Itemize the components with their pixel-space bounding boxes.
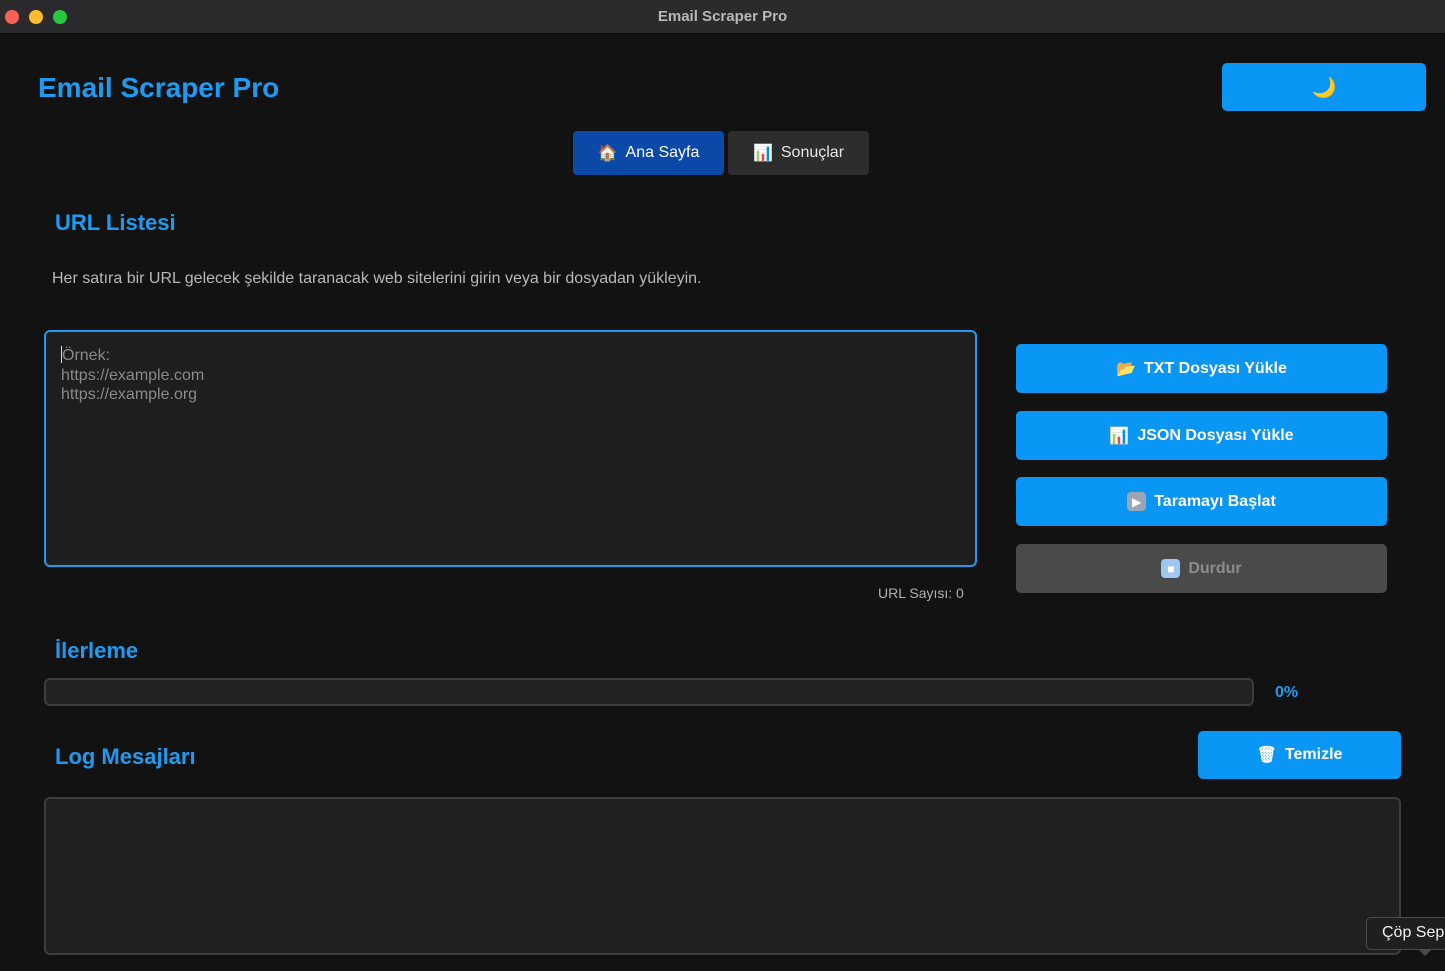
- url-placeholder-first: Örnek:: [62, 347, 111, 364]
- tab-home-label: Ana Sayfa: [625, 144, 700, 161]
- tab-results[interactable]: 📊 Sonuçlar: [728, 131, 869, 175]
- clear-log-label: Temizle: [1284, 746, 1343, 763]
- theme-toggle-button[interactable]: 🌙: [1222, 63, 1426, 111]
- progress-percent: 0%: [1275, 684, 1299, 701]
- log-output[interactable]: [44, 797, 1401, 955]
- url-input[interactable]: Örnek: https://example.com https://examp…: [44, 330, 977, 567]
- app-title: Email Scraper Pro: [38, 72, 280, 103]
- home-icon: 🏠: [597, 145, 618, 162]
- load-txt-label: TXT Dosyası Yükle: [1144, 359, 1287, 377]
- load-json-label: JSON Dosyası Yükle: [1137, 426, 1294, 444]
- chart-icon: 📊: [1109, 427, 1130, 445]
- chart-icon: 📊: [752, 145, 773, 162]
- log-section-title: Log Mesajları: [55, 744, 196, 769]
- folder-icon: 📂: [1116, 360, 1137, 378]
- progress-section-title: İlerleme: [55, 638, 139, 663]
- url-count: URL Sayısı: 0: [878, 585, 964, 601]
- url-placeholder-line: https://example.org: [61, 386, 198, 403]
- stop-label: Durdur: [1188, 559, 1242, 577]
- clear-log-button[interactable]: 🗑 Temizle: [1198, 731, 1401, 779]
- load-txt-button[interactable]: 📂 TXT Dosyası Yükle: [1016, 344, 1387, 393]
- tooltip: Çöp Sepeti: [1366, 917, 1445, 950]
- play-icon: ▶: [1127, 492, 1147, 511]
- moon-icon: 🌙: [1311, 76, 1337, 99]
- tab-home[interactable]: 🏠 Ana Sayfa: [573, 131, 724, 175]
- url-section-title: URL Listesi: [55, 210, 176, 235]
- load-json-button[interactable]: 📊 JSON Dosyası Yükle: [1016, 411, 1387, 460]
- stop-button[interactable]: ■ Durdur: [1016, 544, 1387, 593]
- window-title: Email Scraper Pro: [657, 8, 788, 25]
- start-scan-label: Taramayı Başlat: [1154, 492, 1276, 510]
- url-placeholder-line: https://example.com: [61, 366, 205, 384]
- tab-results-label: Sonuçlar: [780, 144, 845, 161]
- tooltip-arrow: [1418, 949, 1432, 956]
- stop-icon: ■: [1161, 559, 1181, 578]
- trash-icon: 🗑: [1256, 747, 1277, 764]
- progress-bar: [44, 678, 1254, 706]
- url-section-description: Her satıra bir URL gelecek şekilde taran…: [52, 270, 702, 287]
- window-titlebar: Email Scraper Pro: [0, 0, 1445, 34]
- start-scan-button[interactable]: ▶ Taramayı Başlat: [1016, 477, 1387, 526]
